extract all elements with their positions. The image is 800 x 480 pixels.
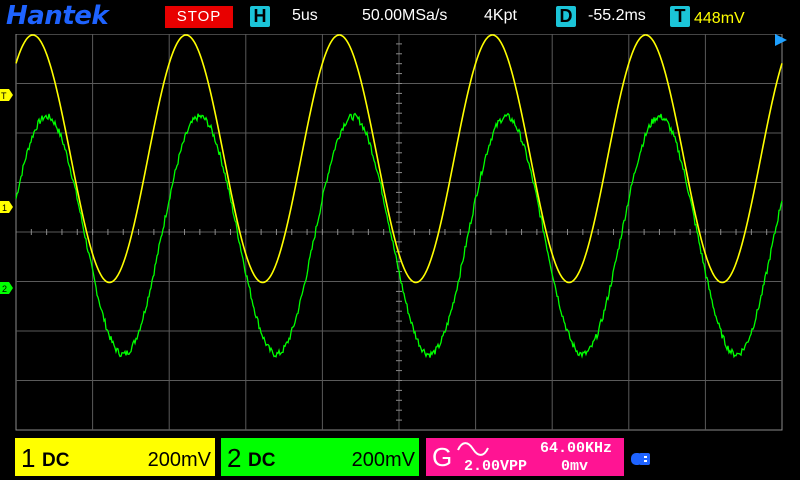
ch1-ground-marker[interactable]: 1 — [0, 201, 13, 213]
top-status-bar: Hantek STOP H 5us 50.00MSa/s 4Kpt D -55.… — [0, 0, 800, 34]
ch2-ground-marker[interactable]: 2 — [0, 282, 13, 294]
graticule — [15, 34, 783, 431]
ch1-info-box[interactable]: 1 DC 200mV — [15, 438, 215, 476]
generator-amplitude: 2.00VPP — [464, 458, 528, 475]
ch1-number: 1 — [21, 443, 36, 473]
horizontal-tag[interactable]: H — [250, 6, 270, 27]
trigger-level-marker[interactable]: T — [0, 89, 13, 101]
delay-value: -55.2ms — [588, 7, 646, 24]
ch2-number: 2 — [227, 443, 242, 473]
ch1-marker-label: 1 — [2, 203, 7, 213]
ch1-scale: 200mV — [147, 449, 211, 471]
memory-depth-value: 4Kpt — [484, 7, 517, 24]
ch2-marker-label: 2 — [2, 284, 7, 294]
generator-offset: 0mv — [560, 458, 588, 475]
ch2-scale: 200mV — [351, 449, 415, 471]
waveform-display[interactable]: T 1 2 — [0, 34, 800, 434]
generator-frequency: 64.00KHz — [539, 440, 612, 457]
ch1-coupling: DC — [42, 450, 70, 471]
trigger-tag[interactable]: T — [670, 6, 690, 27]
trigger-marker-label: T — [1, 91, 7, 101]
delay-tag[interactable]: D — [556, 6, 576, 27]
sine-wave-icon — [457, 442, 489, 456]
usb-icon — [631, 453, 650, 465]
trigger-position-marker[interactable] — [775, 34, 787, 46]
ch2-info-box[interactable]: 2 DC 200mV — [221, 438, 419, 476]
sample-rate-value: 50.00MSa/s — [362, 7, 448, 24]
timebase-value: 5us — [292, 7, 318, 24]
run-stop-badge[interactable]: STOP — [165, 6, 233, 28]
generator-label: G — [432, 442, 453, 472]
brand-logo: Hantek — [6, 1, 109, 31]
bottom-status-bar: 1 DC 200mV 2 DC 200mV G 64.00KHz 2.00VPP… — [0, 434, 800, 480]
trigger-level-value: 448mV — [694, 10, 745, 27]
generator-info-box[interactable]: G 64.00KHz 2.00VPP 0mv — [426, 438, 624, 476]
ch2-coupling: DC — [248, 450, 276, 471]
